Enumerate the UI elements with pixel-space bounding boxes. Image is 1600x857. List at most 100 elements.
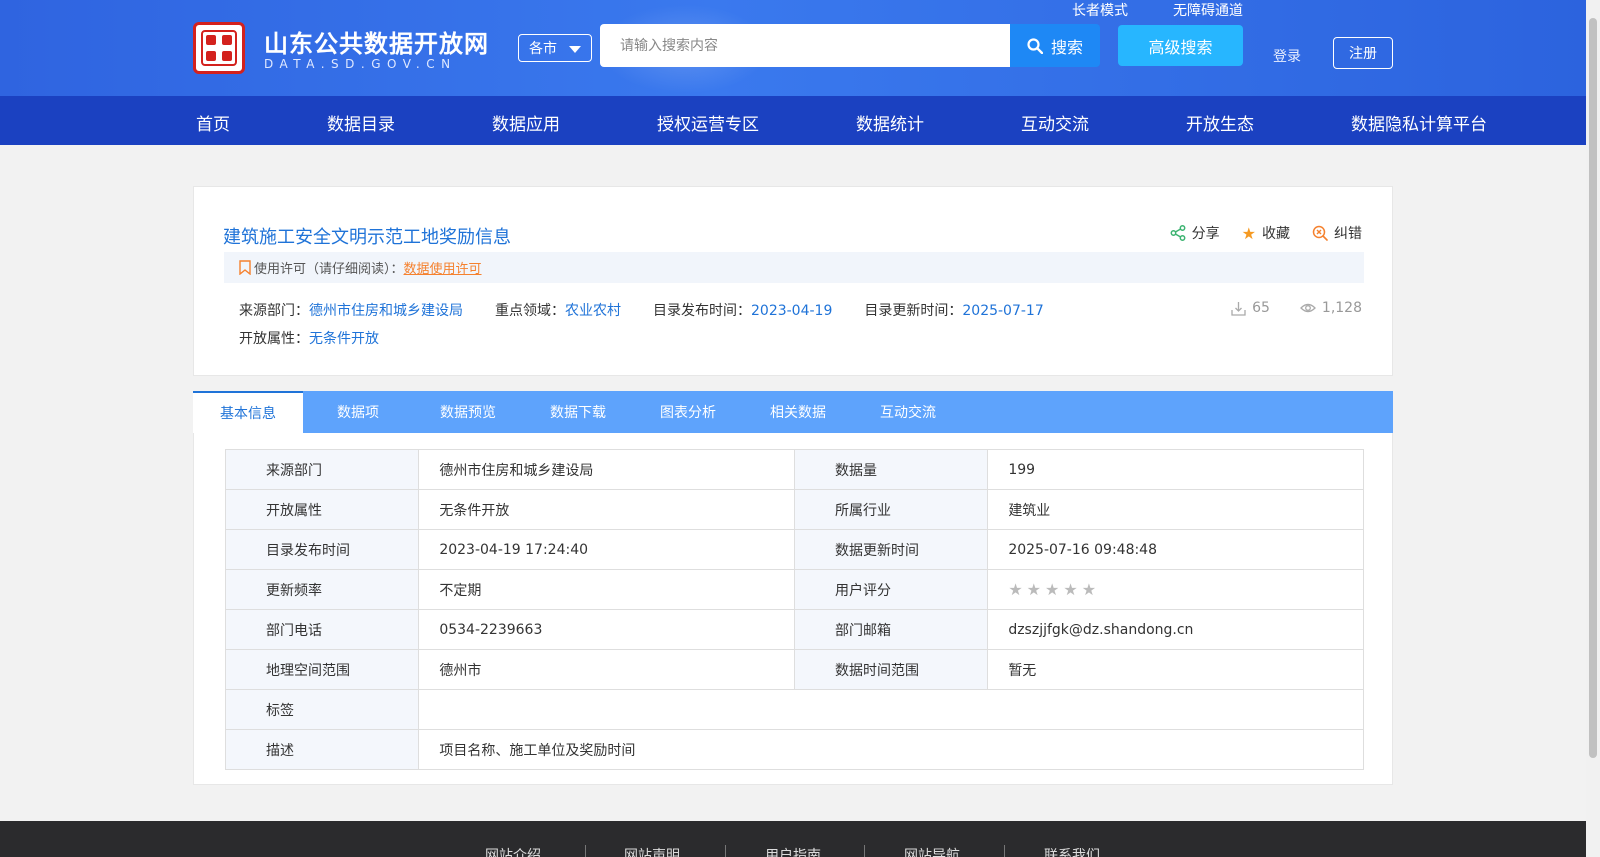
footer-link-sitemap[interactable]: 网站导航 bbox=[904, 845, 960, 857]
field-label: 开放属性 bbox=[224, 489, 420, 530]
tab-data-download[interactable]: 数据下载 bbox=[523, 391, 633, 433]
site-header: 山东公共数据开放网 DATA.SD.GOV.CN 各市 搜索 高级搜索 长者模式… bbox=[0, 0, 1586, 96]
license-bar: 使用许可（请仔细阅读）： 数据使用许可 bbox=[224, 252, 1364, 283]
table-row: 更新频率 不定期 用户评分 ★ ★ ★ ★ ★ bbox=[224, 569, 1364, 610]
nav-item-privacy-computing[interactable]: 数据隐私计算平台 bbox=[1351, 110, 1487, 135]
field-label: 地理空间范围 bbox=[224, 649, 420, 690]
download-count-value: 65 bbox=[1252, 300, 1270, 316]
site-footer: 网站介绍 网站声明 用户指南 网站导航 联系我们 bbox=[0, 821, 1586, 857]
meta-open-value: 无条件开放 bbox=[309, 331, 379, 347]
share-button[interactable]: 分享 bbox=[1170, 223, 1220, 243]
meta-domain: 重点领域：农业农村 bbox=[495, 300, 621, 320]
eye-icon bbox=[1299, 303, 1316, 313]
field-label: 所属行业 bbox=[793, 489, 989, 530]
tab-basic-info[interactable]: 基本信息 bbox=[193, 391, 303, 433]
tags-value bbox=[418, 689, 1364, 730]
meta-update-label: 目录更新时间： bbox=[864, 303, 963, 319]
logo-seal bbox=[201, 30, 237, 66]
caret-down-icon bbox=[569, 46, 581, 53]
view-count-value: 1,128 bbox=[1321, 300, 1362, 316]
advanced-search-button[interactable]: 高级搜索 bbox=[1118, 25, 1243, 66]
field-label: 部门邮箱 bbox=[793, 609, 989, 650]
meta-publish-value: 2023-04-19 bbox=[751, 303, 833, 319]
meta-open-label: 开放属性： bbox=[239, 331, 309, 347]
footer-divider bbox=[1004, 845, 1005, 857]
table-row: 部门电话 0534-2239663 部门邮箱 dzszjjfgk@dz.shan… bbox=[224, 609, 1364, 650]
basic-info-table: 来源部门 德州市住房和城乡建设局 数据量 199 开放属性 无条件开放 所属行业… bbox=[224, 449, 1364, 770]
dataset-actions: 分享 ★ 收藏 纠错 bbox=[1170, 223, 1362, 243]
footer-divider bbox=[585, 845, 586, 857]
login-link[interactable]: 登录 bbox=[1273, 46, 1301, 66]
dataset-stats: 65 1,128 bbox=[1231, 300, 1362, 316]
meta-domain-value[interactable]: 农业农村 bbox=[565, 303, 621, 319]
rating-star-icon[interactable]: ★ bbox=[1045, 580, 1059, 599]
rating-star-icon[interactable]: ★ bbox=[1008, 580, 1022, 599]
table-row: 标签 bbox=[224, 689, 1364, 730]
footer-link-about[interactable]: 网站介绍 bbox=[485, 845, 541, 857]
meta-domain-label: 重点领域： bbox=[495, 303, 565, 319]
elder-mode-link[interactable]: 长者模式 bbox=[1072, 0, 1128, 20]
tab-chart-analysis[interactable]: 图表分析 bbox=[633, 391, 743, 433]
description-value: 项目名称、施工单位及奖励时间 bbox=[418, 729, 1364, 770]
field-label: 标签 bbox=[224, 689, 420, 730]
field-label: 数据更新时间 bbox=[793, 529, 989, 570]
nav-item-applications[interactable]: 数据应用 bbox=[492, 110, 560, 135]
license-link[interactable]: 数据使用许可 bbox=[404, 258, 482, 277]
dataset-meta-row: 来源部门：德州市住房和城乡建设局 重点领域：农业农村 目录发布时间：2023-0… bbox=[239, 300, 1044, 320]
tab-data-items[interactable]: 数据项 bbox=[303, 391, 413, 433]
nav-item-interaction[interactable]: 互动交流 bbox=[1021, 110, 1089, 135]
report-error-label: 纠错 bbox=[1334, 226, 1362, 242]
search-input[interactable] bbox=[600, 24, 1011, 67]
meta-open: 开放属性：无条件开放 bbox=[239, 328, 379, 348]
basic-info-panel: 来源部门 德州市住房和城乡建设局 数据量 199 开放属性 无条件开放 所属行业… bbox=[193, 433, 1393, 785]
tab-related-data[interactable]: 相关数据 bbox=[743, 391, 853, 433]
field-value: 2025-07-16 09:48:48 bbox=[987, 529, 1364, 570]
rating-star-icon[interactable]: ★ bbox=[1063, 580, 1077, 599]
favorite-button[interactable]: ★ 收藏 bbox=[1242, 223, 1290, 243]
site-logo-icon[interactable] bbox=[193, 22, 245, 74]
footer-link-statement[interactable]: 网站声明 bbox=[624, 845, 680, 857]
table-row: 来源部门 德州市住房和城乡建设局 数据量 199 bbox=[224, 449, 1364, 490]
rating-star-icon[interactable]: ★ bbox=[1082, 580, 1096, 599]
tab-data-preview[interactable]: 数据预览 bbox=[413, 391, 523, 433]
dataset-title: 建筑施工安全文明示范工地奖励信息 bbox=[223, 227, 511, 248]
nav-item-statistics[interactable]: 数据统计 bbox=[856, 110, 924, 135]
register-button[interactable]: 注册 bbox=[1333, 37, 1393, 69]
field-value: 建筑业 bbox=[987, 489, 1364, 530]
nav-item-home[interactable]: 首页 bbox=[196, 110, 230, 135]
accessibility-link[interactable]: 无障碍通道 bbox=[1173, 0, 1243, 20]
page-scrollbar[interactable] bbox=[1586, 0, 1600, 857]
share-label: 分享 bbox=[1191, 226, 1220, 242]
footer-divider bbox=[725, 845, 726, 857]
field-value: 0534-2239663 bbox=[418, 609, 795, 650]
rating-star-icon[interactable]: ★ bbox=[1027, 580, 1041, 599]
rating-stars[interactable]: ★ ★ ★ ★ ★ bbox=[1008, 580, 1363, 599]
field-value: 2023-04-19 17:24:40 bbox=[418, 529, 795, 570]
nav-item-ecosystem[interactable]: 开放生态 bbox=[1186, 110, 1254, 135]
scrollbar-thumb[interactable] bbox=[1589, 18, 1597, 758]
user-rating: ★ ★ ★ ★ ★ bbox=[987, 569, 1364, 610]
field-label: 数据时间范围 bbox=[793, 649, 989, 690]
download-count: 65 bbox=[1231, 300, 1270, 316]
search-button-label: 搜索 bbox=[1050, 37, 1083, 57]
search-button[interactable]: 搜索 bbox=[1010, 24, 1100, 67]
main-nav: 首页 数据目录 数据应用 授权运营专区 数据统计 互动交流 开放生态 数据隐私计… bbox=[0, 96, 1586, 145]
detail-tabs: 基本信息 数据项 数据预览 数据下载 图表分析 相关数据 互动交流 bbox=[193, 391, 1393, 433]
bookmark-icon bbox=[239, 260, 251, 275]
field-value: 暂无 bbox=[987, 649, 1364, 690]
report-error-button[interactable]: 纠错 bbox=[1312, 223, 1362, 243]
field-value: 199 bbox=[987, 449, 1364, 490]
tab-interaction[interactable]: 互动交流 bbox=[853, 391, 963, 433]
nav-item-catalog[interactable]: 数据目录 bbox=[327, 110, 395, 135]
footer-link-contact[interactable]: 联系我们 bbox=[1044, 845, 1100, 857]
field-value: 不定期 bbox=[418, 569, 795, 610]
field-value: dzszjjfgk@dz.shandong.cn bbox=[987, 609, 1364, 650]
meta-publish: 目录发布时间：2023-04-19 bbox=[653, 300, 832, 320]
star-icon: ★ bbox=[1241, 223, 1256, 243]
meta-source-value[interactable]: 德州市住房和城乡建设局 bbox=[309, 303, 463, 319]
site-title[interactable]: 山东公共数据开放网 bbox=[264, 24, 489, 59]
license-label: 使用许可（请仔细阅读）： bbox=[254, 262, 404, 277]
footer-link-guide[interactable]: 用户指南 bbox=[765, 845, 821, 857]
region-select[interactable]: 各市 bbox=[518, 34, 592, 62]
nav-item-authorized-ops[interactable]: 授权运营专区 bbox=[657, 110, 759, 135]
